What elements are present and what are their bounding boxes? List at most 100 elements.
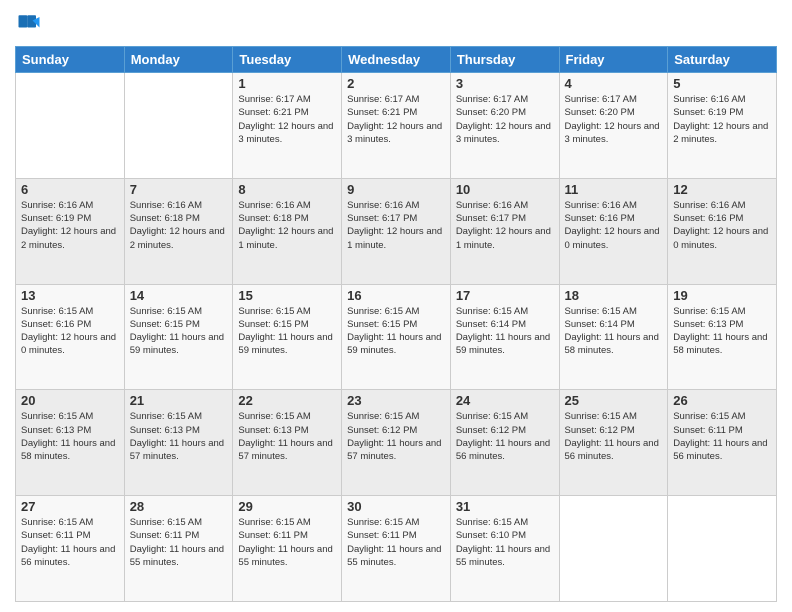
day-cell: 4Sunrise: 6:17 AM Sunset: 6:20 PM Daylig… xyxy=(559,73,668,179)
day-cell: 29 Sunrise: 6:15 AM Sunset: 6:11 PM Dayli… xyxy=(233,496,342,602)
day-cell: 12 Sunrise: 6:16 AM Sunset: 6:16 PM Dayli… xyxy=(668,178,777,284)
week-row-2: 6 Sunrise: 6:16 AM Sunset: 6:19 PM Daylig… xyxy=(16,178,777,284)
day-number: 27 xyxy=(21,499,119,514)
day-cell: 6 Sunrise: 6:16 AM Sunset: 6:19 PM Daylig… xyxy=(16,178,125,284)
day-number: 30 xyxy=(347,499,445,514)
day-info: Sunrise: 6:16 AM Sunset: 6:16 PM Dayligh… xyxy=(673,199,771,252)
day-number: 7 xyxy=(130,182,228,197)
logo-icon xyxy=(15,10,43,38)
day-info: Sunrise: 6:15 AM Sunset: 6:15 PM Dayligh… xyxy=(130,305,228,358)
day-cell: 21Sunrise: 6:15 AM Sunset: 6:13 PM Dayli… xyxy=(124,390,233,496)
day-cell: 19Sunrise: 6:15 AM Sunset: 6:13 PM Dayli… xyxy=(668,284,777,390)
day-info: Sunrise: 6:15 AM Sunset: 6:13 PM Dayligh… xyxy=(238,410,336,463)
weekday-header-friday: Friday xyxy=(559,47,668,73)
day-info: Sunrise: 6:15 AM Sunset: 6:11 PM Dayligh… xyxy=(238,516,336,569)
day-number: 20 xyxy=(21,393,119,408)
page: SundayMondayTuesdayWednesdayThursdayFrid… xyxy=(0,0,792,612)
day-cell: 3 Sunrise: 6:17 AM Sunset: 6:20 PM Daylig… xyxy=(450,73,559,179)
day-info: Sunrise: 6:15 AM Sunset: 6:12 PM Dayligh… xyxy=(347,410,445,463)
day-cell xyxy=(124,73,233,179)
day-info: Sunrise: 6:15 AM Sunset: 6:12 PM Dayligh… xyxy=(456,410,554,463)
day-number: 16 xyxy=(347,288,445,303)
weekday-header-monday: Monday xyxy=(124,47,233,73)
day-number: 3 xyxy=(456,76,554,91)
day-number: 25 xyxy=(565,393,663,408)
day-number: 23 xyxy=(347,393,445,408)
day-number: 2 xyxy=(347,76,445,91)
weekday-header-saturday: Saturday xyxy=(668,47,777,73)
day-info: Sunrise: 6:16 AM Sunset: 6:17 PM Dayligh… xyxy=(456,199,554,252)
day-cell xyxy=(16,73,125,179)
weekday-header-thursday: Thursday xyxy=(450,47,559,73)
day-cell: 28Sunrise: 6:15 AM Sunset: 6:11 PM Dayli… xyxy=(124,496,233,602)
day-cell: 7Sunrise: 6:16 AM Sunset: 6:18 PM Daylig… xyxy=(124,178,233,284)
day-info: Sunrise: 6:17 AM Sunset: 6:20 PM Dayligh… xyxy=(456,93,554,146)
day-cell xyxy=(668,496,777,602)
day-info: Sunrise: 6:15 AM Sunset: 6:11 PM Dayligh… xyxy=(130,516,228,569)
day-cell: 22 Sunrise: 6:15 AM Sunset: 6:13 PM Dayli… xyxy=(233,390,342,496)
weekday-header-row: SundayMondayTuesdayWednesdayThursdayFrid… xyxy=(16,47,777,73)
day-info: Sunrise: 6:16 AM Sunset: 6:16 PM Dayligh… xyxy=(565,199,663,252)
day-number: 11 xyxy=(565,182,663,197)
day-info: Sunrise: 6:17 AM Sunset: 6:21 PM Dayligh… xyxy=(347,93,445,146)
header xyxy=(15,10,777,38)
day-number: 13 xyxy=(21,288,119,303)
day-info: Sunrise: 6:16 AM Sunset: 6:19 PM Dayligh… xyxy=(21,199,119,252)
day-info: Sunrise: 6:15 AM Sunset: 6:10 PM Dayligh… xyxy=(456,516,554,569)
day-cell: 11 Sunrise: 6:16 AM Sunset: 6:16 PM Dayli… xyxy=(559,178,668,284)
day-info: Sunrise: 6:15 AM Sunset: 6:11 PM Dayligh… xyxy=(673,410,771,463)
day-number: 15 xyxy=(238,288,336,303)
day-cell: 23 Sunrise: 6:15 AM Sunset: 6:12 PM Dayli… xyxy=(342,390,451,496)
day-cell xyxy=(559,496,668,602)
day-info: Sunrise: 6:17 AM Sunset: 6:21 PM Dayligh… xyxy=(238,93,336,146)
day-number: 17 xyxy=(456,288,554,303)
day-cell: 15 Sunrise: 6:15 AM Sunset: 6:15 PM Dayli… xyxy=(233,284,342,390)
day-info: Sunrise: 6:15 AM Sunset: 6:12 PM Dayligh… xyxy=(565,410,663,463)
day-number: 22 xyxy=(238,393,336,408)
day-info: Sunrise: 6:16 AM Sunset: 6:17 PM Dayligh… xyxy=(347,199,445,252)
day-info: Sunrise: 6:15 AM Sunset: 6:15 PM Dayligh… xyxy=(238,305,336,358)
day-number: 31 xyxy=(456,499,554,514)
day-cell: 25 Sunrise: 6:15 AM Sunset: 6:12 PM Dayli… xyxy=(559,390,668,496)
day-number: 24 xyxy=(456,393,554,408)
day-cell: 10Sunrise: 6:16 AM Sunset: 6:17 PM Dayli… xyxy=(450,178,559,284)
day-info: Sunrise: 6:15 AM Sunset: 6:11 PM Dayligh… xyxy=(21,516,119,569)
day-number: 9 xyxy=(347,182,445,197)
day-info: Sunrise: 6:15 AM Sunset: 6:14 PM Dayligh… xyxy=(456,305,554,358)
day-info: Sunrise: 6:17 AM Sunset: 6:20 PM Dayligh… xyxy=(565,93,663,146)
week-row-1: 1 Sunrise: 6:17 AM Sunset: 6:21 PM Daylig… xyxy=(16,73,777,179)
day-cell: 13 Sunrise: 6:15 AM Sunset: 6:16 PM Dayli… xyxy=(16,284,125,390)
day-info: Sunrise: 6:15 AM Sunset: 6:14 PM Dayligh… xyxy=(565,305,663,358)
week-row-3: 13 Sunrise: 6:15 AM Sunset: 6:16 PM Dayli… xyxy=(16,284,777,390)
week-row-4: 20 Sunrise: 6:15 AM Sunset: 6:13 PM Dayli… xyxy=(16,390,777,496)
weekday-header-wednesday: Wednesday xyxy=(342,47,451,73)
day-cell: 9 Sunrise: 6:16 AM Sunset: 6:17 PM Daylig… xyxy=(342,178,451,284)
day-number: 18 xyxy=(565,288,663,303)
day-cell: 24 Sunrise: 6:15 AM Sunset: 6:12 PM Dayli… xyxy=(450,390,559,496)
logo xyxy=(15,10,47,38)
day-info: Sunrise: 6:15 AM Sunset: 6:13 PM Dayligh… xyxy=(130,410,228,463)
day-number: 1 xyxy=(238,76,336,91)
day-info: Sunrise: 6:16 AM Sunset: 6:19 PM Dayligh… xyxy=(673,93,771,146)
day-cell: 30 Sunrise: 6:15 AM Sunset: 6:11 PM Dayli… xyxy=(342,496,451,602)
week-row-5: 27 Sunrise: 6:15 AM Sunset: 6:11 PM Dayli… xyxy=(16,496,777,602)
day-info: Sunrise: 6:15 AM Sunset: 6:11 PM Dayligh… xyxy=(347,516,445,569)
weekday-header-tuesday: Tuesday xyxy=(233,47,342,73)
day-number: 6 xyxy=(21,182,119,197)
day-cell: 14Sunrise: 6:15 AM Sunset: 6:15 PM Dayli… xyxy=(124,284,233,390)
day-cell: 8Sunrise: 6:16 AM Sunset: 6:18 PM Daylig… xyxy=(233,178,342,284)
day-info: Sunrise: 6:15 AM Sunset: 6:16 PM Dayligh… xyxy=(21,305,119,358)
day-number: 12 xyxy=(673,182,771,197)
day-info: Sunrise: 6:15 AM Sunset: 6:13 PM Dayligh… xyxy=(673,305,771,358)
day-cell: 1 Sunrise: 6:17 AM Sunset: 6:21 PM Daylig… xyxy=(233,73,342,179)
day-cell: 5Sunrise: 6:16 AM Sunset: 6:19 PM Daylig… xyxy=(668,73,777,179)
day-cell: 20Sunrise: 6:15 AM Sunset: 6:13 PM Dayli… xyxy=(16,390,125,496)
day-number: 8 xyxy=(238,182,336,197)
day-cell: 31 Sunrise: 6:15 AM Sunset: 6:10 PM Dayli… xyxy=(450,496,559,602)
day-cell: 2 Sunrise: 6:17 AM Sunset: 6:21 PM Daylig… xyxy=(342,73,451,179)
day-cell: 18 Sunrise: 6:15 AM Sunset: 6:14 PM Dayli… xyxy=(559,284,668,390)
calendar-table: SundayMondayTuesdayWednesdayThursdayFrid… xyxy=(15,46,777,602)
weekday-header-sunday: Sunday xyxy=(16,47,125,73)
day-number: 26 xyxy=(673,393,771,408)
day-number: 29 xyxy=(238,499,336,514)
